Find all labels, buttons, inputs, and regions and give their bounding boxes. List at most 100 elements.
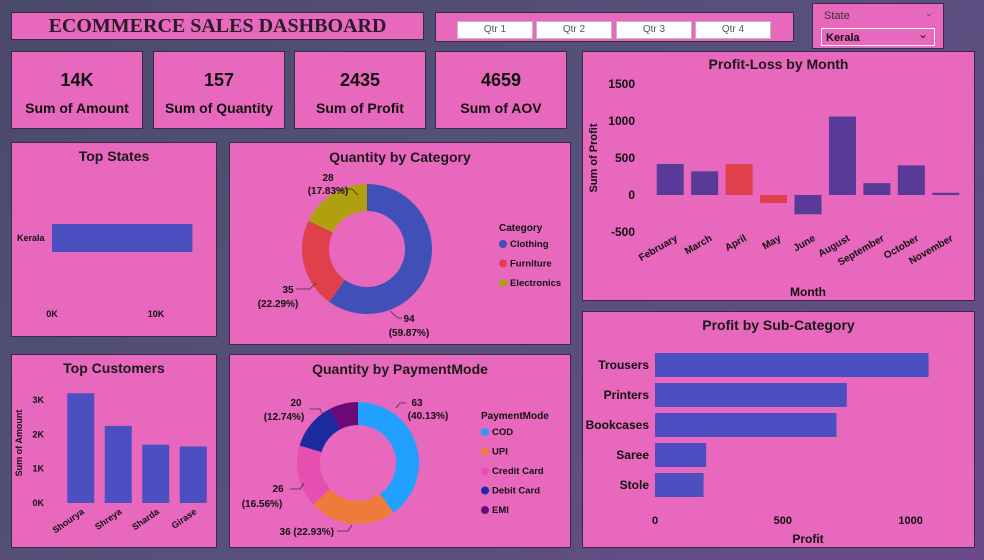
- state-dropdown-value: Kerala: [826, 32, 860, 44]
- legend-marker: [481, 428, 489, 436]
- legend-marker: [499, 259, 507, 268]
- kpi-value: 14K: [60, 70, 94, 90]
- state-dropdown[interactable]: Kerala ⌄: [821, 27, 935, 46]
- kpi-card-aov: 4659 Sum of AOV: [435, 51, 567, 129]
- y-tick-label: 1000: [608, 114, 635, 128]
- legend-label: Debit Card: [492, 486, 540, 497]
- x-axis-title: Profit: [792, 532, 823, 546]
- data-label: 94: [403, 314, 415, 325]
- quarter-button-1[interactable]: Qtr 1: [457, 21, 533, 39]
- profit-by-subcategory-chart: Trousers Printers Bookcases Saree Stole 0 500 1…: [586, 353, 929, 546]
- x-tick-label: Sharda: [130, 506, 162, 532]
- y-tick-label: 0K: [32, 498, 44, 508]
- legend-label: Credit Card: [492, 466, 544, 477]
- profit-loss-panel: Profit-Loss by Month 1500 1000 500 0 -500 Sum…: [582, 51, 975, 301]
- legend-label: UPI: [492, 447, 508, 458]
- legend-marker: [499, 240, 507, 248]
- chevron-down-icon: ⌄: [917, 27, 928, 41]
- bar: [67, 393, 95, 503]
- x-tick-label: Shreya: [93, 506, 124, 532]
- kpi-card-profit: 2435 Sum of Profit: [294, 51, 426, 129]
- data-label: 35: [282, 285, 294, 296]
- x-tick-label: Shourya: [51, 506, 87, 535]
- bar: [655, 473, 704, 497]
- state-slicer-label: State: [824, 10, 850, 22]
- kpi-label: Sum of AOV: [460, 100, 542, 116]
- y-tick-label: 1500: [608, 77, 635, 91]
- data-label-pct: (17.83%): [308, 186, 349, 197]
- x-tick-label: 0K: [46, 309, 58, 319]
- leader-line: [337, 524, 353, 532]
- bar: [655, 353, 929, 377]
- kpi-label: Sum of Amount: [25, 100, 129, 116]
- quarter-button-3[interactable]: Qtr 3: [616, 21, 692, 39]
- bar: [794, 195, 822, 215]
- kpi-card-quantity: 157 Sum of Quantity: [153, 51, 285, 129]
- x-tick-label: 0: [652, 515, 658, 527]
- category-label: Stole: [620, 478, 650, 492]
- x-tick-label: March: [683, 233, 714, 257]
- top-states-chart: Kerala 0K 10K: [17, 224, 193, 319]
- legend-title: Category: [499, 223, 543, 234]
- legend-marker: [499, 279, 507, 287]
- quantity-by-payment-chart: PaymentMode COD UPI Credit Card Debit Card EM…: [242, 398, 550, 538]
- kpi-value: 2435: [339, 70, 381, 90]
- x-tick-label: June: [792, 233, 818, 254]
- bar: [142, 444, 170, 503]
- top-states-panel: Top States Kerala 0K 10K: [11, 142, 217, 337]
- x-tick-label: February: [637, 233, 680, 264]
- bar: [52, 224, 193, 252]
- quantity-by-payment-panel: Quantity by PaymentMode PaymentMode COD UP…: [229, 354, 571, 548]
- x-tick-label: May: [761, 233, 784, 252]
- kpi-value: 4659: [480, 70, 522, 90]
- y-tick-label: 0: [628, 188, 635, 202]
- bar: [863, 183, 891, 195]
- legend-label: COD: [492, 427, 513, 438]
- data-label-pct: (12.74%): [264, 412, 305, 423]
- bar: [932, 192, 960, 195]
- bar: [897, 165, 925, 195]
- y-axis-title: Sum of Amount: [14, 410, 24, 477]
- quarter-button-4[interactable]: Qtr 4: [695, 21, 771, 39]
- legend-label: EMI: [492, 505, 509, 516]
- y-tick-label: -500: [611, 225, 635, 239]
- bar: [104, 425, 132, 503]
- bar: [655, 443, 707, 467]
- y-axis-title: Sum of Profit: [588, 123, 600, 192]
- legend-label: Furniture: [510, 259, 552, 270]
- legend-title: PaymentMode: [481, 411, 549, 422]
- category-label: Trousers: [598, 358, 649, 372]
- data-label-pct: (59.87%): [389, 328, 430, 339]
- kpi-label: Sum of Quantity: [164, 100, 274, 116]
- x-axis-title: Month: [790, 285, 826, 299]
- title-panel: ECOMMERCE SALES DASHBOARD: [11, 12, 424, 40]
- data-label: 36 (22.93%): [280, 527, 334, 538]
- x-tick-label: Girase: [170, 506, 199, 530]
- x-tick-label: 10K: [148, 309, 165, 319]
- bar: [655, 383, 847, 407]
- state-slicer: State ⌄ Kerala ⌄: [812, 3, 944, 49]
- legend-marker: [481, 447, 489, 456]
- bar: [179, 446, 207, 503]
- category-label: Printers: [604, 388, 650, 402]
- bar: [760, 195, 788, 204]
- page-title: ECOMMERCE SALES DASHBOARD: [48, 15, 387, 37]
- y-tick-label: 3K: [32, 395, 44, 405]
- chevron-down-icon[interactable]: ⌄: [925, 8, 933, 19]
- leader-line: [389, 310, 402, 319]
- bar: [725, 163, 753, 195]
- legend-label: Clothing: [510, 239, 549, 250]
- profit-by-subcategory-panel: Profit by Sub-Category Trousers Printers B…: [582, 311, 975, 548]
- leader-line: [395, 402, 406, 409]
- data-label: 20: [290, 398, 302, 409]
- x-tick-label: April: [723, 233, 748, 254]
- category-label: Bookcases: [586, 418, 650, 432]
- bar: [655, 413, 837, 437]
- category-label: Saree: [616, 448, 649, 462]
- kpi-value: 157: [203, 70, 235, 90]
- bar: [691, 171, 719, 195]
- x-tick-label: 1000: [898, 515, 922, 527]
- quantity-by-category-panel: Quantity by Category Category Clothing Fur…: [229, 142, 571, 345]
- quarter-button-2[interactable]: Qtr 2: [536, 21, 612, 39]
- top-customers-panel: Top Customers 0K 1K 2K 3K Sum of Amount Shour…: [11, 354, 217, 548]
